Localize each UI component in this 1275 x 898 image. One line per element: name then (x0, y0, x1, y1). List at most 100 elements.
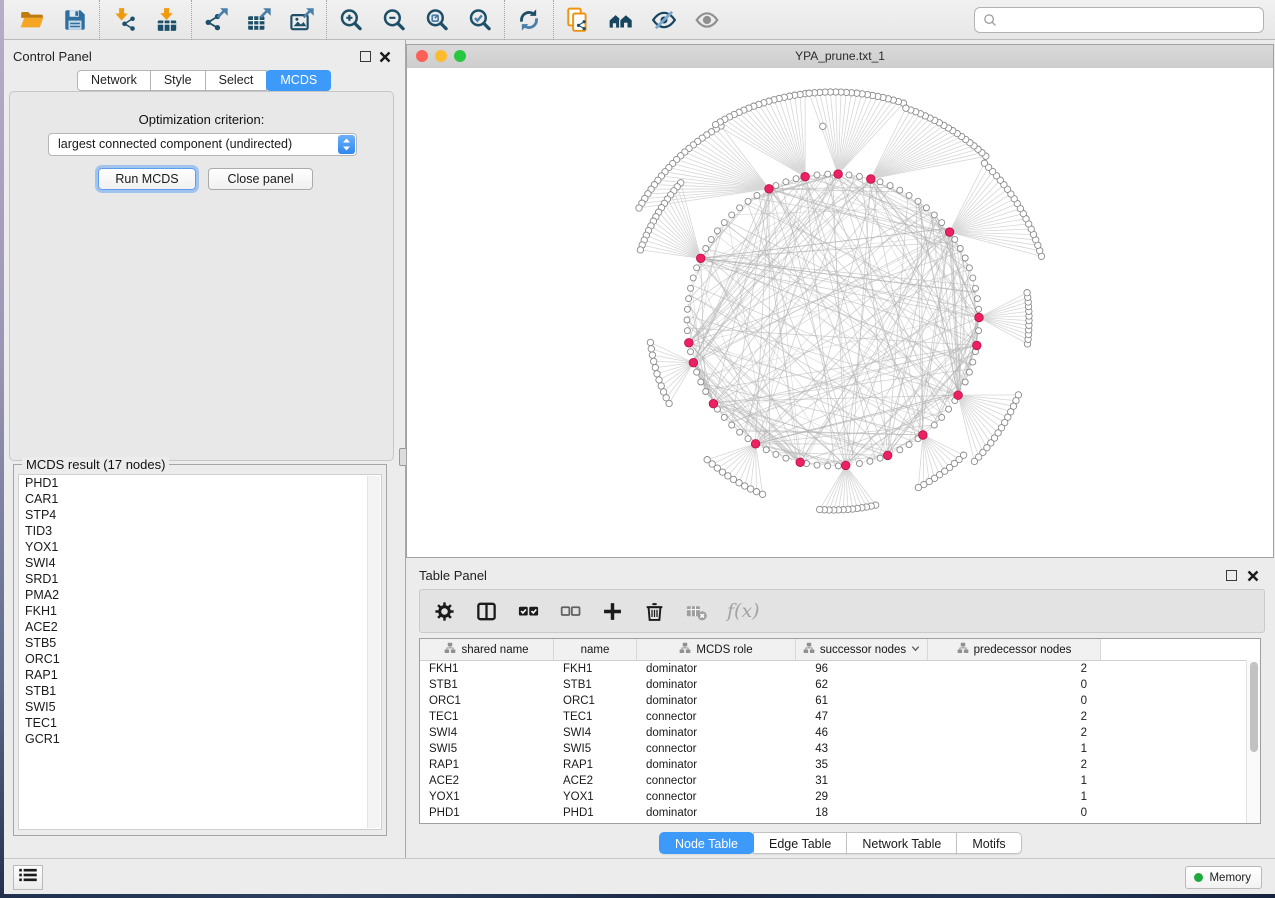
mcds-result-item[interactable]: TEC1 (19, 715, 381, 731)
cell-successor-nodes: 47 (796, 709, 928, 725)
mcds-result-item[interactable]: CAR1 (19, 491, 381, 507)
table-row[interactable]: TEC1TEC1connector472 (420, 709, 1260, 725)
mcds-result-item[interactable]: ACE2 (19, 619, 381, 635)
home-view-icon[interactable] (608, 7, 634, 33)
list-icon (19, 868, 37, 887)
memory-button[interactable]: Memory (1185, 866, 1262, 889)
table-scrollbar-thumb[interactable] (1250, 662, 1258, 752)
clone-network-icon[interactable] (565, 7, 591, 33)
mcds-result-item[interactable]: STB1 (19, 683, 381, 699)
cell-predecessor-nodes: 0 (928, 693, 1101, 709)
delete-row-icon[interactable] (643, 600, 666, 623)
cell-MCDS-role: dominator (637, 661, 796, 677)
import-network-icon[interactable] (111, 7, 137, 33)
cell-shared-name: YOX1 (420, 789, 554, 805)
save-session-icon[interactable] (62, 7, 88, 33)
tab-motifs[interactable]: Motifs (956, 832, 1021, 854)
cell-successor-nodes: 61 (796, 693, 928, 709)
mcds-result-item[interactable]: FKH1 (19, 603, 381, 619)
mcds-result-item[interactable]: STP4 (19, 507, 381, 523)
close-window-icon[interactable] (416, 50, 428, 62)
task-history-button[interactable] (13, 865, 43, 890)
column-header-MCDS-role[interactable]: MCDS role (637, 639, 796, 660)
cell-successor-nodes: 18 (796, 805, 928, 821)
zoom-out-icon[interactable] (381, 7, 407, 33)
criterion-dropdown[interactable]: largest connected component (undirected) (48, 133, 357, 156)
mcds-result-item[interactable]: PHD1 (19, 475, 381, 491)
mcds-result-item[interactable]: SWI4 (19, 555, 381, 571)
import-table-icon[interactable] (154, 7, 180, 33)
refresh-network-icon[interactable] (516, 7, 542, 33)
export-table-icon[interactable] (246, 7, 272, 33)
tab-select[interactable]: Select (205, 70, 268, 91)
tab-edge-table[interactable]: Edge Table (753, 832, 847, 854)
table-row[interactable]: STB1STB1dominator620 (420, 677, 1260, 693)
cell-predecessor-nodes: 1 (928, 773, 1101, 789)
zoom-fit-icon[interactable] (424, 7, 450, 33)
mcds-result-item[interactable]: STB5 (19, 635, 381, 651)
tab-node-table[interactable]: Node Table (659, 832, 754, 854)
mcds-result-item[interactable]: PMA2 (19, 587, 381, 603)
hide-graphics-details-icon[interactable] (651, 7, 677, 33)
close-panel-button[interactable]: Close panel (208, 168, 313, 190)
table-row[interactable]: SWI4SWI4dominator462 (420, 725, 1260, 741)
table-row[interactable]: PHD1PHD1dominator180 (420, 805, 1260, 821)
add-row-icon[interactable] (601, 600, 624, 623)
column-header-predecessor-nodes[interactable]: predecessor nodes (928, 639, 1101, 660)
cell-successor-nodes: 31 (796, 773, 928, 789)
deselect-all-icon[interactable] (559, 600, 582, 623)
cell-MCDS-role: dominator (637, 693, 796, 709)
export-network-icon[interactable] (203, 7, 229, 33)
search-input[interactable] (1003, 12, 1256, 28)
mcds-result-item[interactable]: TID3 (19, 523, 381, 539)
mcds-result-item[interactable]: SRD1 (19, 571, 381, 587)
column-header-successor-nodes[interactable]: successor nodes (796, 639, 928, 660)
zoom-window-icon[interactable] (454, 50, 466, 62)
memory-label: Memory (1209, 872, 1251, 884)
table-row[interactable]: ACE2ACE2connector311 (420, 773, 1260, 789)
settings-gear-icon[interactable] (433, 600, 456, 623)
destroy-table-icon (685, 600, 708, 623)
table-row[interactable]: YOX1YOX1connector291 (420, 789, 1260, 805)
list-scrollbar-track[interactable] (367, 476, 380, 828)
mcds-result-item[interactable]: YOX1 (19, 539, 381, 555)
table-panel: Table Panel f(x) shared namenameMCDS rol… (406, 560, 1274, 858)
desktop-wallpaper-bottom (0, 894, 1275, 898)
network-canvas[interactable] (407, 68, 1273, 557)
table-row[interactable]: RAP1RAP1dominator352 (420, 757, 1260, 773)
tab-network-table[interactable]: Network Table (846, 832, 957, 854)
column-layout-icon[interactable] (475, 600, 498, 623)
minimize-window-icon[interactable] (435, 50, 447, 62)
mcds-result-item[interactable]: RAP1 (19, 667, 381, 683)
tab-network[interactable]: Network (77, 70, 151, 91)
table-row[interactable]: FKH1FKH1dominator962 (420, 661, 1260, 677)
mcds-result-list[interactable]: PHD1CAR1STP4TID3YOX1SWI4SRD1PMA2FKH1ACE2… (18, 474, 382, 830)
zoom-in-icon[interactable] (338, 7, 364, 33)
cell-shared-name: STB1 (420, 677, 554, 693)
control-panel: Control Panel NetworkStyleSelectMCDS Opt… (4, 40, 402, 858)
float-table-panel-icon[interactable] (1226, 570, 1237, 581)
toolbar-group (191, 0, 326, 40)
open-file-icon[interactable] (19, 7, 45, 33)
tab-mcds[interactable]: MCDS (266, 70, 331, 91)
table-row[interactable]: ORC1ORC1dominator610 (420, 693, 1260, 709)
float-panel-icon[interactable] (360, 51, 371, 62)
table-row[interactable]: SWI5SWI5connector431 (420, 741, 1260, 757)
mcds-result-item[interactable]: ORC1 (19, 651, 381, 667)
mcds-result-item[interactable]: GCR1 (19, 731, 381, 747)
export-image-icon[interactable] (289, 7, 315, 33)
cell-MCDS-role: connector (637, 789, 796, 805)
run-mcds-button[interactable]: Run MCDS (98, 168, 196, 190)
show-node-preview-icon[interactable] (694, 7, 720, 33)
mcds-result-item[interactable]: SWI5 (19, 699, 381, 715)
close-table-panel-icon[interactable] (1247, 569, 1259, 581)
select-all-icon[interactable] (517, 600, 540, 623)
table-scrollbar-track[interactable] (1246, 660, 1260, 823)
column-header-shared-name[interactable]: shared name (420, 639, 554, 660)
zoom-selected-icon[interactable] (467, 7, 493, 33)
cell-MCDS-role: connector (637, 741, 796, 757)
column-header-name[interactable]: name (554, 639, 637, 660)
close-panel-icon[interactable] (379, 50, 391, 62)
tab-style[interactable]: Style (150, 70, 206, 91)
network-view-window: YPA_prune.txt_1 (406, 44, 1274, 558)
